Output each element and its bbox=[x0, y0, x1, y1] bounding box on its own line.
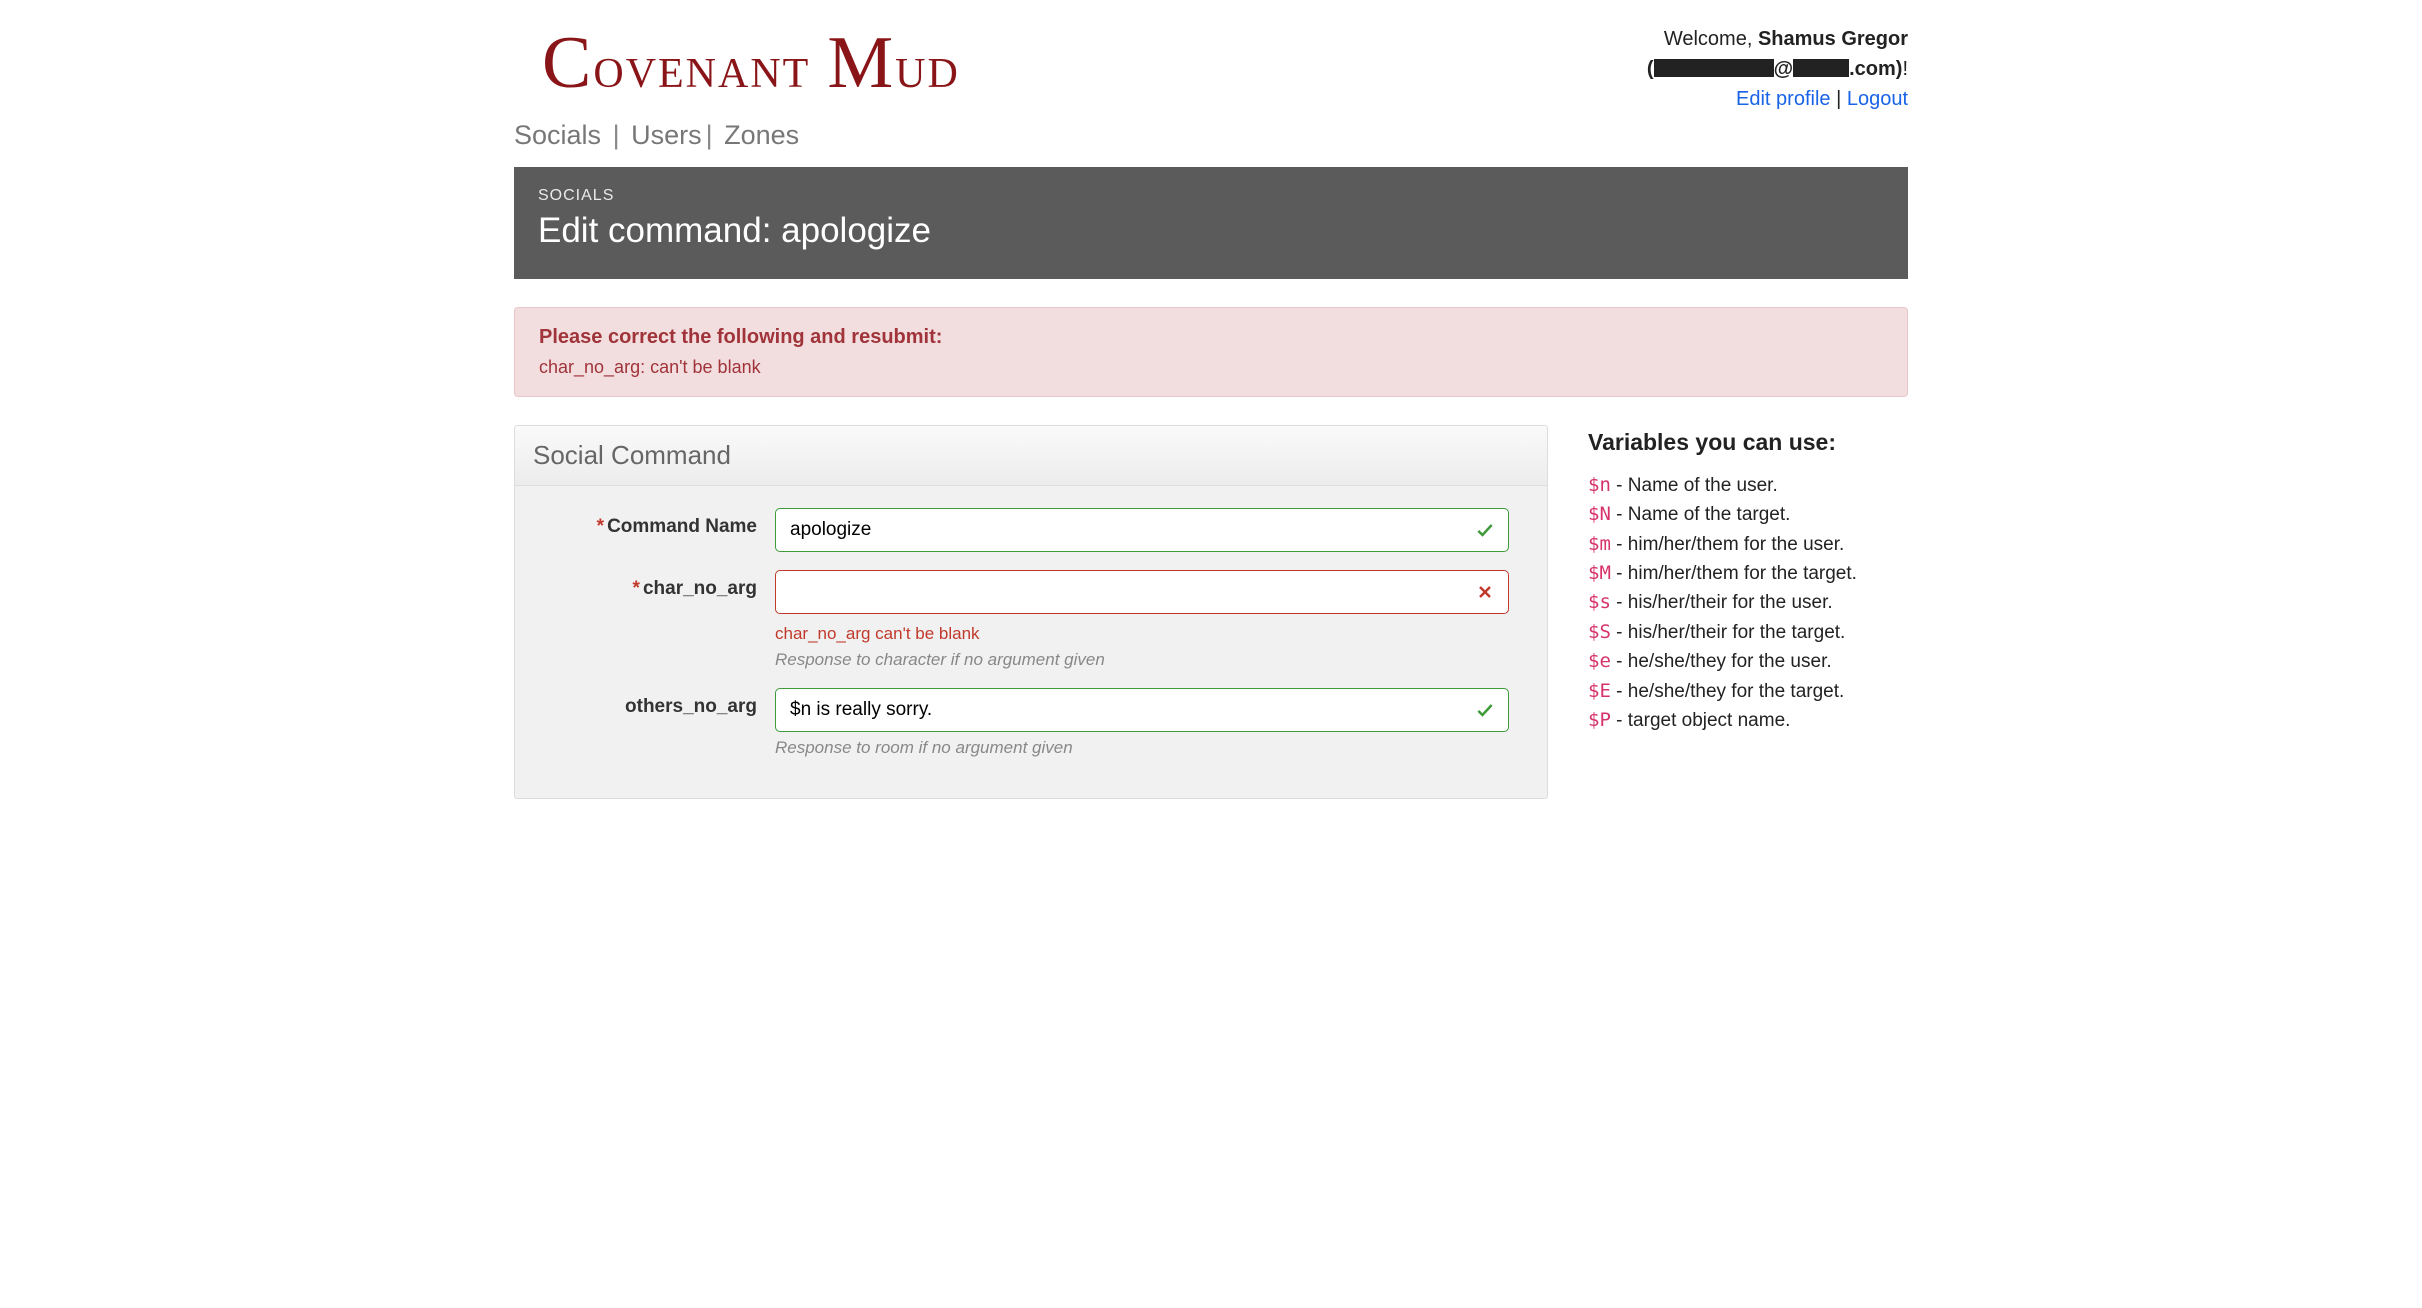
user-name: Shamus Gregor bbox=[1758, 28, 1908, 50]
alert-item: char_no_arg: can't be blank bbox=[539, 357, 1883, 378]
var-item: $N - Name of the target. bbox=[1588, 500, 1908, 529]
cross-icon bbox=[1475, 582, 1495, 602]
variables-heading: Variables you can use: bbox=[1588, 425, 1908, 461]
variables-sidebar: Variables you can use: $n - Name of the … bbox=[1588, 425, 1908, 736]
error-alert: Please correct the following and resubmi… bbox=[514, 307, 1908, 397]
nav-zones[interactable]: Zones bbox=[724, 120, 799, 150]
field-row-others-no-arg: others_no_arg Response to room if no arg… bbox=[525, 688, 1537, 758]
redacted-email-local bbox=[1654, 59, 1774, 77]
label-command-name: *Command Name bbox=[525, 508, 775, 538]
var-item: $S - his/her/their for the target. bbox=[1588, 618, 1908, 647]
welcome-text: Welcome, bbox=[1664, 28, 1758, 50]
app-logo: Covenant Mud bbox=[514, 16, 960, 114]
var-item: $e - he/she/they for the user. bbox=[1588, 647, 1908, 676]
char-no-arg-input[interactable] bbox=[775, 570, 1509, 614]
alert-heading: Please correct the following and resubmi… bbox=[539, 326, 1883, 349]
redacted-email-domain bbox=[1793, 59, 1849, 77]
var-item: $n - Name of the user. bbox=[1588, 471, 1908, 500]
edit-profile-link[interactable]: Edit profile bbox=[1736, 88, 1831, 110]
breadcrumb: SOCIALS bbox=[538, 187, 1884, 205]
social-command-panel: Social Command *Command Name bbox=[514, 425, 1548, 799]
logout-link[interactable]: Logout bbox=[1847, 88, 1908, 110]
var-item: $s - his/her/their for the user. bbox=[1588, 588, 1908, 617]
field-row-command-name: *Command Name bbox=[525, 508, 1537, 552]
char-no-arg-error: char_no_arg can't be blank bbox=[775, 624, 1509, 644]
field-row-char-no-arg: *char_no_arg char_no_arg can't be blank … bbox=[525, 570, 1537, 670]
main-nav: Socials | Users| Zones bbox=[514, 114, 1908, 161]
check-icon bbox=[1475, 520, 1495, 540]
user-box: Welcome, Shamus Gregor (@.com)! Edit pro… bbox=[1647, 16, 1908, 114]
label-others-no-arg: others_no_arg bbox=[525, 688, 775, 718]
char-no-arg-hint: Response to character if no argument giv… bbox=[775, 650, 1509, 670]
var-item: $m - him/her/them for the user. bbox=[1588, 530, 1908, 559]
var-item: $M - him/her/them for the target. bbox=[1588, 559, 1908, 588]
var-item: $P - target object name. bbox=[1588, 706, 1908, 735]
command-name-input[interactable] bbox=[775, 508, 1509, 552]
others-no-arg-input[interactable] bbox=[775, 688, 1509, 732]
panel-title: Social Command bbox=[515, 426, 1547, 486]
nav-socials[interactable]: Socials bbox=[514, 120, 601, 150]
page-banner: SOCIALS Edit command: apologize bbox=[514, 167, 1908, 279]
var-item: $E - he/she/they for the target. bbox=[1588, 677, 1908, 706]
nav-users[interactable]: Users bbox=[631, 120, 702, 150]
label-char-no-arg: *char_no_arg bbox=[525, 570, 775, 600]
page-title: Edit command: apologize bbox=[538, 211, 1884, 251]
check-icon bbox=[1475, 700, 1495, 720]
others-no-arg-hint: Response to room if no argument given bbox=[775, 738, 1509, 758]
